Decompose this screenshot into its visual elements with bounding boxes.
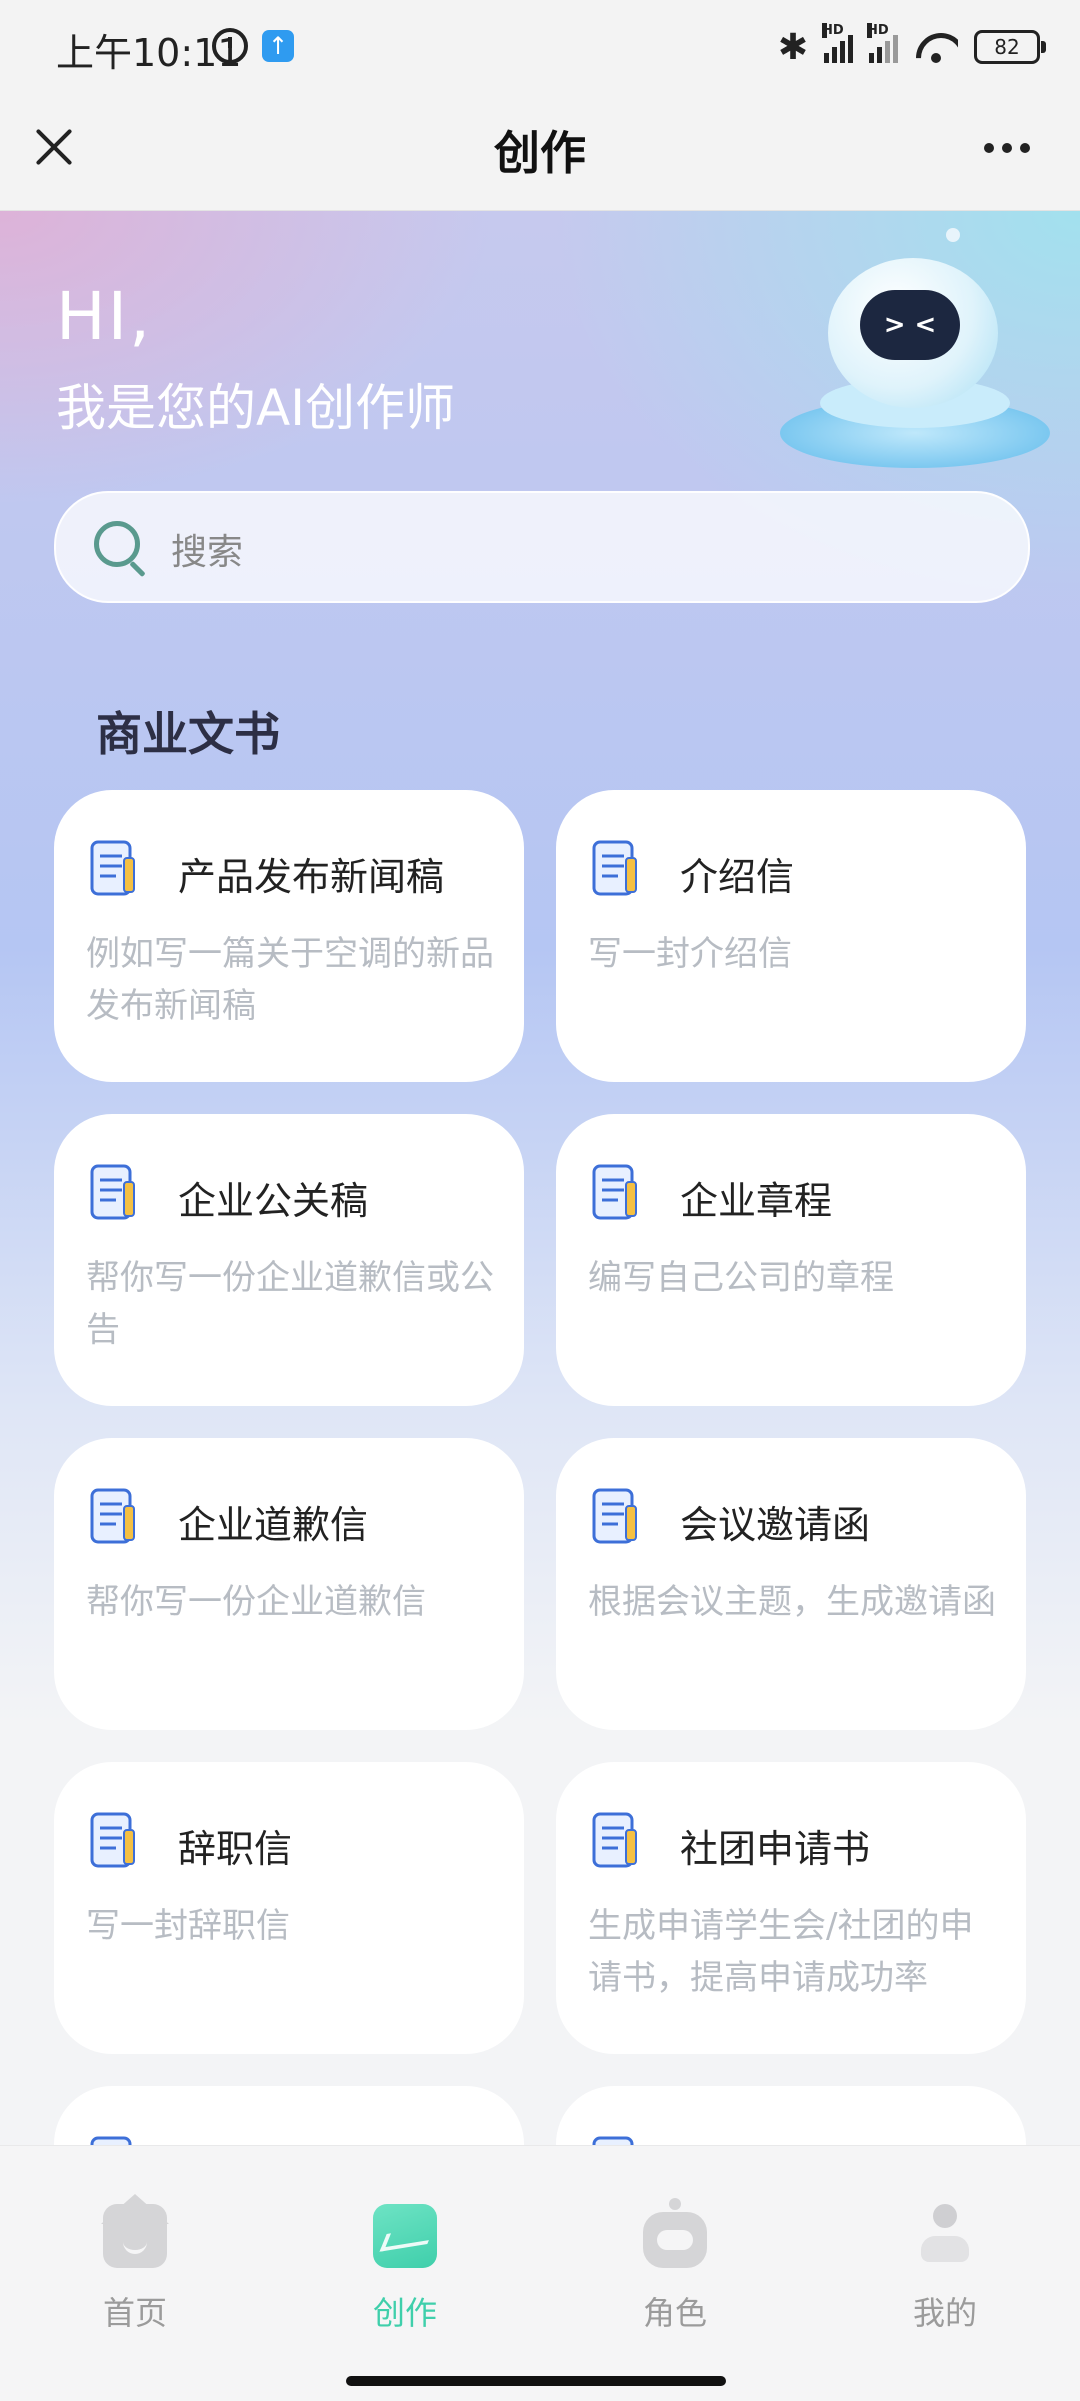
template-card[interactable]: 社团申请书生成申请学生会/社团的申请书，提高申请成功率 [556, 1762, 1026, 2054]
nav-bar: 创作 [0, 95, 1080, 211]
status-bar: 上午10:11 ↑ ✱ HD HD 82 [0, 0, 1080, 95]
document-icon [86, 1162, 144, 1224]
template-card[interactable]: 介绍信写一封介绍信 [556, 790, 1026, 1082]
robot-icon [643, 2198, 707, 2268]
tab-label: 我的 [912, 2294, 977, 2332]
document-icon [588, 1162, 646, 1224]
alarm-icon [212, 28, 248, 64]
document-icon [86, 1486, 144, 1548]
create-icon [373, 2204, 437, 2268]
card-description: 编写自己公司的章程 [588, 1258, 894, 1298]
card-title: 企业章程 [680, 1179, 833, 1223]
tab-label: 创作 [372, 2294, 437, 2332]
card-description: 例如写一篇关于空调的新品发布新闻稿 [86, 934, 494, 1026]
search-icon [94, 521, 140, 567]
template-card[interactable]: 企业公关稿帮你写一份企业道歉信或公告 [54, 1114, 524, 1406]
search-placeholder: 搜索 [171, 532, 244, 573]
card-title: 产品发布新闻稿 [178, 855, 445, 899]
card-description: 写一封介绍信 [588, 934, 792, 974]
card-description: 帮你写一份企业道歉信或公告 [86, 1258, 494, 1350]
card-title: 介绍信 [680, 855, 795, 899]
bluetooth-icon: ✱ [777, 26, 808, 68]
tab-mine[interactable]: 我的 [810, 2146, 1080, 2346]
battery-icon: 82 [974, 30, 1046, 64]
card-description: 写一封辞职信 [86, 1906, 290, 1946]
tab-label: 角色 [642, 2294, 707, 2332]
document-icon [86, 838, 144, 900]
document-icon [588, 1486, 646, 1548]
tab-role[interactable]: 角色 [540, 2146, 810, 2346]
template-card[interactable]: 企业道歉信帮你写一份企业道歉信 [54, 1438, 524, 1730]
home-icon [103, 2204, 167, 2268]
wifi-icon [914, 31, 958, 63]
template-card[interactable]: 产品发布新闻稿例如写一篇关于空调的新品发布新闻稿 [54, 790, 524, 1082]
card-description: 帮你写一份企业道歉信 [86, 1582, 426, 1622]
profile-icon [913, 2204, 977, 2268]
document-icon [588, 1810, 646, 1872]
card-description: 生成申请学生会/社团的申请书，提高申请成功率 [588, 1906, 974, 1998]
hd-label: HD [822, 23, 844, 38]
tab-home[interactable]: 首页 [0, 2146, 270, 2346]
template-card[interactable]: 辞职信写一封辞职信 [54, 1762, 524, 2054]
card-title: 辞职信 [178, 1827, 293, 1871]
signal-icon-2: HD [867, 23, 898, 63]
card-title: 社团申请书 [680, 1827, 871, 1871]
bottom-tab-bar: 首页 创作 角色 我的 [0, 2145, 1080, 2401]
hd-label-2: HD [867, 23, 889, 38]
hero-greeting: HI, [56, 278, 153, 355]
tab-label: 首页 [102, 2294, 167, 2332]
template-card[interactable]: 会议邀请函根据会议主题，生成邀请函 [556, 1438, 1026, 1730]
signal-icon: HD [822, 23, 853, 63]
robot-mascot-icon: > < [770, 228, 1060, 488]
card-description: 根据会议主题，生成邀请函 [588, 1582, 996, 1622]
upload-icon: ↑ [262, 30, 294, 62]
section-title: 商业文书 [96, 707, 280, 761]
hero-subtitle: 我是您的AI创作师 [56, 379, 455, 437]
tab-create[interactable]: 创作 [270, 2146, 540, 2346]
card-title: 企业道歉信 [178, 1503, 369, 1547]
robot-face: > < [860, 290, 960, 360]
template-card[interactable]: 企业章程编写自己公司的章程 [556, 1114, 1026, 1406]
page-title: 创作 [494, 126, 586, 180]
home-indicator[interactable] [346, 2376, 726, 2386]
card-title: 会议邀请函 [680, 1503, 871, 1547]
document-icon [588, 838, 646, 900]
document-icon [86, 1810, 144, 1872]
status-icons: ✱ HD HD 82 [777, 22, 1046, 72]
more-options-icon[interactable] [984, 133, 1042, 163]
card-title: 企业公关稿 [178, 1179, 369, 1223]
search-input[interactable]: 搜索 [54, 491, 1030, 603]
